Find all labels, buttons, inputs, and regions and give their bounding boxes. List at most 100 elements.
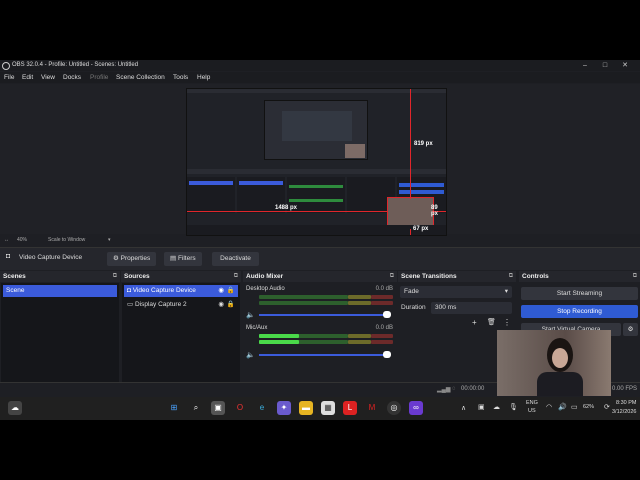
wifi-icon[interactable]: ◠ (546, 403, 552, 411)
task-view-icon[interactable]: ▣ (211, 401, 225, 415)
copilot-icon[interactable]: ✦ (277, 401, 291, 415)
selected-source-name: Video Capture Device (19, 254, 83, 261)
distance-label-right: 89 px (431, 205, 439, 217)
chevron-down-icon[interactable]: ▾ (108, 237, 111, 243)
scenes-list: Scene (1, 283, 119, 383)
lock-icon[interactable]: 🔒 (227, 299, 235, 311)
minimize-button[interactable]: – (577, 61, 593, 70)
scene-transitions-title-text: Scene Transitions (401, 273, 457, 280)
controls-title: Controls ⧉ (519, 271, 640, 282)
dock-popout-icon[interactable]: ⧉ (234, 271, 238, 282)
dock-popout-icon[interactable]: ⧉ (390, 271, 394, 282)
mixer-meter (259, 334, 393, 348)
clock-date[interactable]: 3/12/2026 (612, 409, 636, 415)
menu-bar: File Edit View Docks Profile Scene Colle… (0, 72, 640, 83)
zoom-level[interactable]: 40% (17, 237, 27, 243)
battery-percent: 62% (583, 404, 595, 410)
opera-icon[interactable]: O (233, 401, 247, 415)
record-time: 00:00:00 (461, 386, 485, 392)
volume-slider-handle[interactable] (383, 351, 391, 358)
dock-popout-icon[interactable]: ⧉ (113, 271, 117, 282)
menu-file[interactable]: File (4, 74, 14, 81)
record-icon: ◌ (452, 386, 456, 392)
file-explorer-icon[interactable]: ▬ (299, 401, 313, 415)
lock-icon[interactable]: 🔒 (227, 285, 235, 297)
store-icon[interactable]: ▦ (321, 401, 335, 415)
volume-slider-handle[interactable] (383, 311, 391, 318)
dock-popout-icon[interactable]: ⧉ (509, 271, 513, 282)
duration-value: 300 ms (435, 304, 457, 311)
l-app-icon[interactable]: L (343, 401, 357, 415)
scenes-title-text: Scenes (3, 273, 26, 280)
trash-icon[interactable]: 🗑 (487, 318, 496, 326)
language[interactable]: ENG (526, 400, 538, 406)
sources-title-text: Sources (124, 273, 150, 280)
menu-help[interactable]: Help (197, 74, 210, 81)
transition-type: Fade (404, 288, 419, 295)
scenes-title: Scenes ⧉ (0, 271, 120, 282)
weather-icon[interactable]: ☁ (8, 401, 22, 415)
zoom-row: ↔ 40% Scale to Window ▾ (0, 236, 640, 246)
gear-icon[interactable]: ⚙ (623, 323, 638, 336)
mixer-channel-name: Mic/Aux (246, 325, 268, 331)
clock-time[interactable]: 8:30 PM (616, 400, 636, 406)
filters-button[interactable]: ▤ Filters (164, 252, 202, 266)
source-label: Video Capture Device (132, 287, 196, 294)
eye-icon[interactable]: ◉ (218, 299, 224, 311)
filters-label: Filters (177, 255, 196, 262)
zoom-arrows-icon[interactable]: ↔ (4, 237, 9, 243)
visual-studio-icon[interactable]: ∞ (409, 401, 423, 415)
volume-icon[interactable]: 🔊 (558, 403, 567, 411)
sources-title: Sources ⧉ (121, 271, 241, 282)
properties-button[interactable]: ⚙ Properties (107, 252, 157, 266)
close-button[interactable]: ✕ (617, 61, 633, 70)
menu-docks[interactable]: Docks (63, 74, 81, 81)
maximize-button[interactable]: □ (597, 61, 613, 70)
menu-view[interactable]: View (41, 74, 55, 81)
region: US (528, 408, 536, 414)
speaker-icon[interactable]: 🔈 (246, 351, 255, 359)
source-item-video-capture[interactable]: ◘ Video Capture Device ◉ 🔒 (124, 285, 238, 297)
deactivate-button[interactable]: Deactivate (212, 252, 259, 266)
scene-transitions-title: Scene Transitions ⧉ (398, 271, 516, 282)
source-item-display-capture[interactable]: ▭ Display Capture 2 ◉ 🔒 (124, 299, 238, 311)
controls-title-text: Controls (522, 273, 549, 280)
preview-canvas[interactable]: 819 px 1488 px 89 px 67 px (186, 88, 447, 236)
dock-popout-icon[interactable]: ⧉ (633, 271, 637, 282)
camera-icon: ◘ (6, 253, 11, 260)
chevron-up-icon[interactable]: ∧ (461, 404, 466, 412)
sources-dock: Sources ⧉ ◘ Video Capture Device ◉ 🔒 ▭ Di… (121, 271, 241, 397)
sync-icon[interactable]: ⟳ (604, 403, 610, 411)
more-options-icon[interactable]: ⋮ (503, 318, 511, 327)
menu-profile[interactable]: Profile (90, 74, 108, 81)
search-icon[interactable]: ⌕ (189, 401, 203, 415)
menu-tools[interactable]: Tools (173, 74, 188, 81)
mcafee-icon[interactable]: M (365, 401, 379, 415)
scene-item[interactable]: Scene (3, 285, 117, 297)
tray-app-icon[interactable]: ▣ (478, 403, 485, 411)
volume-slider[interactable] (259, 354, 389, 356)
scenes-dock: Scenes⧉ Scene + 🗑 ▣ ∧ ∨ (0, 271, 120, 397)
eye-icon[interactable]: ◉ (218, 285, 224, 297)
stop-recording-button[interactable]: Stop Recording (521, 305, 638, 318)
edge-icon[interactable]: e (255, 401, 269, 415)
duration-input[interactable]: 300 ms (431, 302, 512, 314)
windows-taskbar: ☁ ⊞ ⌕ ▣ O e ✦ ▬ ▦ L M ◎ ∞ ∧ ▣ ☁ 🎙 ENG US… (0, 397, 640, 420)
cloud-icon[interactable]: ☁ (493, 403, 500, 411)
windows-start-icon[interactable]: ⊞ (167, 401, 181, 415)
speaker-icon[interactable]: 🔈 (246, 311, 255, 319)
sources-list: ◘ Video Capture Device ◉ 🔒 ▭ Display Cap… (122, 283, 240, 383)
transition-select[interactable]: Fade ▾ (400, 286, 512, 298)
start-streaming-button[interactable]: Start Streaming (521, 287, 638, 300)
menu-edit[interactable]: Edit (22, 74, 33, 81)
obs-taskbar-icon[interactable]: ◎ (387, 401, 401, 415)
window-title: OBS 32.0.4 - Profile: Untitled - Scenes:… (12, 62, 139, 68)
distance-label-left: 1488 px (275, 205, 298, 211)
microphone-icon[interactable]: 🎙 (509, 403, 518, 411)
distance-label-bottom: 67 px (413, 226, 429, 232)
battery-icon[interactable]: ▭ (571, 403, 578, 411)
scale-mode[interactable]: Scale to Window (48, 237, 85, 243)
menu-scene-collection[interactable]: Scene Collection (116, 74, 165, 81)
volume-slider[interactable] (259, 314, 389, 316)
add-icon[interactable]: + (472, 318, 477, 327)
